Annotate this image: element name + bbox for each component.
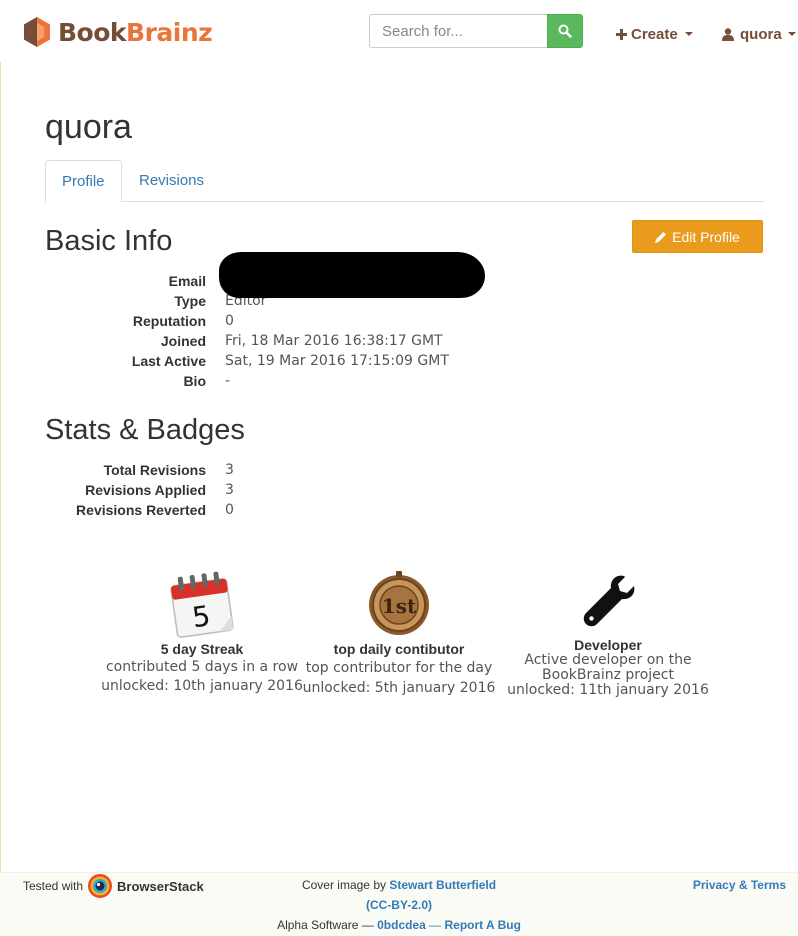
tab-profile[interactable]: Profile — [45, 160, 122, 203]
info-row-reputation: Reputation 0 — [0, 311, 500, 331]
version-line: Alpha Software — 0bdcdea — Report A Bug — [240, 915, 558, 935]
plus-icon — [616, 28, 627, 40]
brand-name: BookBrainz — [58, 17, 213, 47]
stats-label: Total Revisions — [103, 462, 206, 478]
info-label: Bio — [183, 373, 206, 389]
edit-profile-button[interactable]: Edit Profile — [632, 220, 763, 253]
badge-title: Developer — [574, 637, 642, 653]
stats-heading: Stats & Badges — [45, 414, 245, 446]
user-menu-label: quora — [740, 25, 782, 43]
badge-unlocked: unlocked: 11th january 2016 — [507, 682, 709, 698]
info-row-last-active: Last Active Sat, 19 Mar 2016 17:15:09 GM… — [0, 351, 500, 371]
edit-profile-label: Edit Profile — [672, 228, 740, 245]
stats-value: 0 — [225, 502, 234, 518]
email-redaction — [219, 252, 485, 298]
info-label: Type — [174, 293, 206, 309]
badge-description: top contributor for the day — [305, 660, 493, 676]
badge-title: top daily contibutor — [333, 641, 465, 657]
badge-streak: 5 5 day Streak contributed 5 days in a r… — [82, 570, 322, 696]
user-menu[interactable]: quora — [722, 24, 796, 44]
profile-tabs: Profile Revisions — [45, 160, 764, 203]
info-value: Sat, 19 Mar 2016 17:15:09 GMT — [225, 353, 449, 369]
calendar-icon: 5 — [170, 571, 234, 638]
browserstack-credit: Tested with BrowserStack — [23, 874, 204, 898]
badge-description: Active developer on the — [524, 652, 692, 668]
info-value: Fri, 18 Mar 2016 16:38:17 GMT — [225, 333, 443, 349]
brand-logo-link[interactable]: BookBrainz — [24, 16, 213, 48]
medal-icon: 1st — [369, 571, 429, 635]
basic-info-heading: Basic Info — [45, 225, 173, 257]
info-label: Joined — [160, 333, 206, 349]
privacy-terms-link[interactable]: Privacy & Terms — [693, 878, 786, 892]
pencil-icon — [655, 231, 667, 243]
hexagon-logo-icon — [24, 17, 50, 47]
alpha-label: Alpha Software — — [277, 918, 374, 932]
footer: Tested with BrowserStack Cover image by … — [0, 872, 798, 936]
tab-revisions[interactable]: Revisions — [123, 160, 220, 202]
license-link[interactable]: (CC-BY-2.0) — [366, 898, 432, 912]
badge-top-contributor: 1st top daily contibutor top contributor… — [300, 571, 498, 698]
chevron-down-icon — [787, 32, 796, 36]
stats-row-reverted: Revisions Reverted 0 — [0, 500, 500, 520]
browserstack-logo-icon — [88, 874, 113, 898]
create-menu[interactable]: Create — [616, 24, 693, 44]
medal-rank: 1st — [382, 594, 417, 618]
user-icon — [722, 27, 734, 41]
stats-row-total: Total Revisions 3 — [0, 460, 500, 480]
badge-description: contributed 5 days in a row — [105, 659, 299, 675]
cover-author-link[interactable]: Stewart Butterfield — [389, 878, 496, 892]
commit-link[interactable]: 0bdcdea — [377, 918, 426, 932]
search-icon — [558, 24, 572, 38]
report-bug-link[interactable]: Report A Bug — [445, 918, 521, 932]
info-label: Email — [168, 273, 206, 289]
tested-with-label: Tested with — [23, 879, 84, 893]
separator-dash: — — [429, 918, 442, 932]
stats-value: 3 — [225, 462, 234, 478]
info-value: - — [225, 373, 231, 389]
stats-label: Revisions Applied — [85, 482, 206, 498]
chevron-down-icon — [684, 32, 693, 36]
stats-row-applied: Revisions Applied 3 — [0, 480, 500, 500]
cover-credit: Cover image by Stewart Butterfield — [240, 875, 558, 895]
info-row-bio: Bio - — [0, 371, 500, 391]
privacy-terms: Privacy & Terms — [693, 875, 786, 895]
cover-prefix: Cover image by — [301, 878, 386, 892]
brand-name-part2: Brainz — [126, 17, 213, 47]
badge-description-cont: BookBrainz project — [542, 667, 674, 683]
brand-name-part1: Book — [58, 17, 127, 47]
stats-label: Revisions Reverted — [76, 502, 206, 518]
info-value: 0 — [225, 313, 234, 329]
badge-unlocked: unlocked: 5th january 2016 — [302, 680, 496, 696]
badge-title: 5 day Streak — [160, 641, 244, 657]
page-title: quora — [45, 108, 132, 146]
search-input[interactable] — [369, 14, 547, 48]
stats-value: 3 — [225, 482, 234, 498]
search-button[interactable] — [547, 14, 583, 48]
badge-developer: Developer Active developer on the BookBr… — [500, 574, 716, 698]
navbar: BookBrainz Create quora — [0, 0, 798, 62]
info-label: Reputation — [132, 313, 206, 329]
badge-unlocked: unlocked: 10th january 2016 — [101, 678, 303, 694]
create-menu-label: Create — [631, 25, 678, 43]
search-form — [369, 14, 583, 48]
license-line: (CC-BY-2.0) — [240, 895, 558, 915]
info-label: Last Active — [131, 353, 206, 369]
browserstack-link[interactable]: BrowserStack — [117, 879, 204, 894]
wrench-icon — [583, 575, 635, 627]
info-row-joined: Joined Fri, 18 Mar 2016 16:38:17 GMT — [0, 331, 500, 351]
